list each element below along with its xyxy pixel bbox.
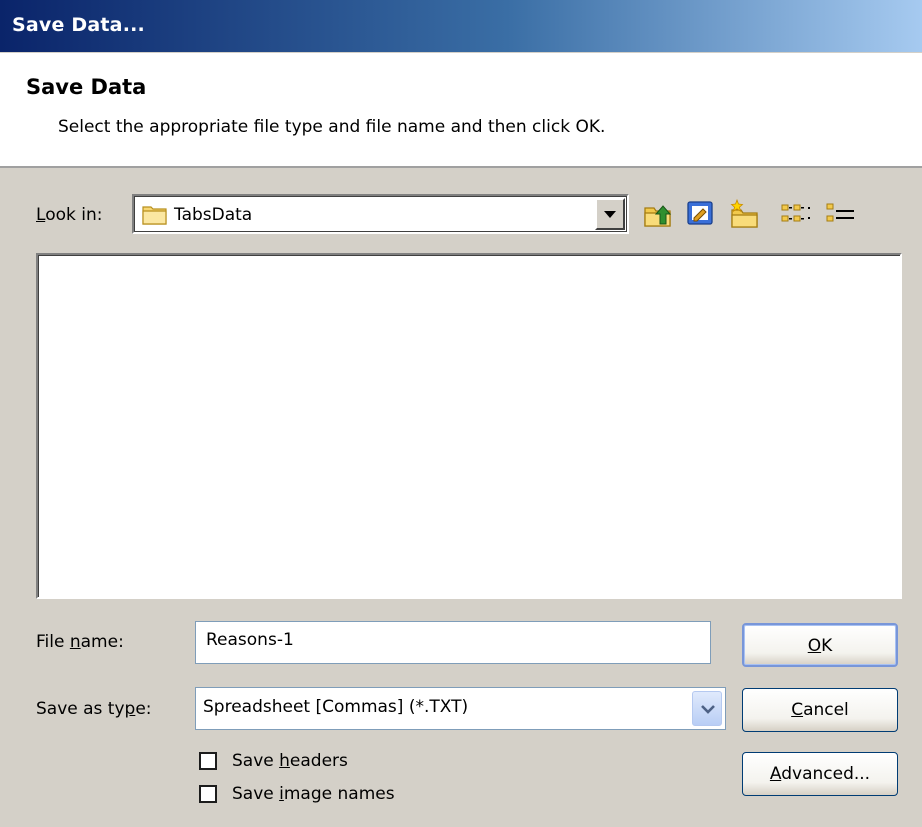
chevron-down-icon (604, 211, 616, 218)
save-as-type-label-accel: p (124, 699, 136, 719)
up-one-level-icon[interactable] (642, 198, 674, 230)
look-in-dropdown-button[interactable] (595, 198, 625, 230)
header-title: Save Data (26, 75, 147, 99)
new-folder-icon[interactable] (728, 198, 760, 230)
chevron-down-icon (701, 705, 715, 714)
file-name-label-prefix: File (36, 632, 70, 652)
save-as-type-label-suffix: e: (135, 699, 152, 719)
save-as-type-label: Save as type: (36, 699, 152, 719)
file-name-label: File name: (36, 632, 124, 652)
title-bar[interactable]: Save Data... (0, 0, 922, 53)
folder-icon (142, 203, 168, 229)
header-subtitle: Select the appropriate file type and fil… (58, 117, 606, 137)
list-view-icon[interactable] (780, 198, 812, 230)
file-name-input[interactable]: Reasons-1 (195, 621, 711, 664)
dialog-header: Save Data Select the appropriate file ty… (0, 53, 922, 168)
cancel-label-suffix: ancel (803, 700, 849, 720)
save-image-names-label-suffix: mage names (283, 784, 395, 804)
save-headers-label-suffix: eaders (289, 751, 348, 771)
save-as-type-dropdown-button[interactable] (692, 691, 722, 726)
look-in-label-accel: L (36, 205, 46, 225)
save-headers-label-prefix: Save (232, 751, 280, 771)
details-view-icon[interactable] (824, 198, 856, 230)
advanced-label-suffix: dvanced... (781, 764, 871, 784)
save-headers-label-accel: h (279, 751, 290, 771)
save-as-type-label-prefix: Save as ty (36, 699, 125, 719)
save-headers-label[interactable]: Save headers (232, 751, 348, 771)
ok-label-suffix: K (821, 636, 833, 656)
file-name-label-suffix: ame: (80, 632, 124, 652)
file-list[interactable] (36, 253, 902, 599)
ok-label-accel: O (807, 636, 822, 656)
save-image-names-label-prefix: Save (232, 784, 280, 804)
ok-button[interactable]: OK (742, 623, 898, 667)
save-headers-checkbox[interactable] (199, 752, 217, 770)
look-in-combobox[interactable]: TabsData (132, 194, 629, 234)
save-as-type-select[interactable]: Spreadsheet [Commas] (*.TXT) (195, 687, 726, 730)
view-desktop-icon[interactable] (684, 198, 716, 230)
advanced-button[interactable]: Advanced... (742, 752, 898, 796)
advanced-label-accel: A (769, 764, 782, 784)
look-in-label: Look in: (36, 205, 102, 225)
save-image-names-checkbox[interactable] (199, 785, 217, 803)
cancel-label-accel: C (791, 700, 804, 720)
save-as-type-value: Spreadsheet [Commas] (*.TXT) (203, 697, 469, 717)
cancel-button[interactable]: Cancel (742, 688, 898, 732)
file-name-label-accel: n (69, 632, 81, 652)
save-image-names-label[interactable]: Save image names (232, 784, 395, 804)
look-in-label-suffix: ook in: (45, 205, 103, 225)
look-in-value: TabsData (174, 205, 253, 225)
window-title: Save Data... (12, 14, 145, 36)
